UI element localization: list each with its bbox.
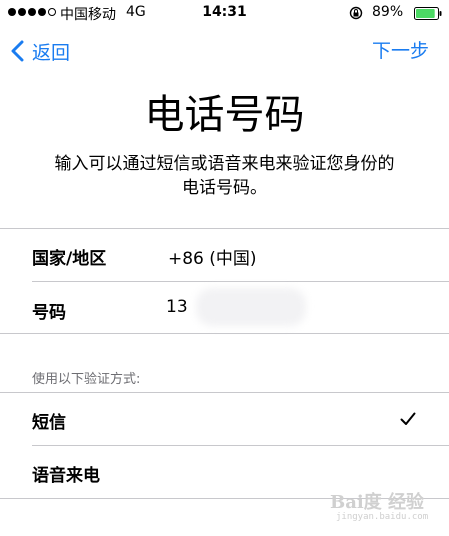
divider: [0, 333, 449, 334]
method-sms-label: 短信: [32, 413, 66, 433]
method-voice-call-label: 语音来电: [32, 466, 100, 486]
baidu-jingyan-watermark: Bai度 经验 jingyan.baidu.com: [330, 486, 438, 526]
back-button-label: 返回: [32, 41, 71, 64]
battery-percentage: 89%: [372, 4, 404, 20]
page-title: 电话号码: [144, 92, 305, 138]
checkmark-icon: [400, 412, 416, 425]
section-header: 使用以下验证方式:: [32, 372, 141, 387]
country-value: +86 (中国): [168, 249, 257, 269]
rotation-lock-icon: [349, 6, 363, 20]
phone-number-label: 号码: [32, 303, 66, 323]
page-subtitle: 输入可以通过短信或语音来电来验证您身份的电话号码。: [54, 154, 395, 198]
watermark-url: jingyan.baidu.com: [336, 512, 429, 522]
back-button[interactable]: 返回: [10, 36, 70, 66]
battery-icon: [414, 7, 442, 20]
status-bar: 中国移动 4G 14:31 89%: [0, 0, 449, 26]
country-label: 国家/地区: [32, 249, 107, 269]
next-button[interactable]: 下一步: [372, 36, 429, 66]
watermark-logo: Bai度 经验: [330, 492, 424, 513]
redaction-blur: [196, 288, 306, 326]
method-sms-row[interactable]: 短信: [0, 393, 449, 445]
chevron-left-icon: [11, 40, 24, 62]
phone-number-field[interactable]: 13: [166, 297, 188, 317]
country-row[interactable]: 国家/地区 +86 (中国): [0, 229, 449, 281]
